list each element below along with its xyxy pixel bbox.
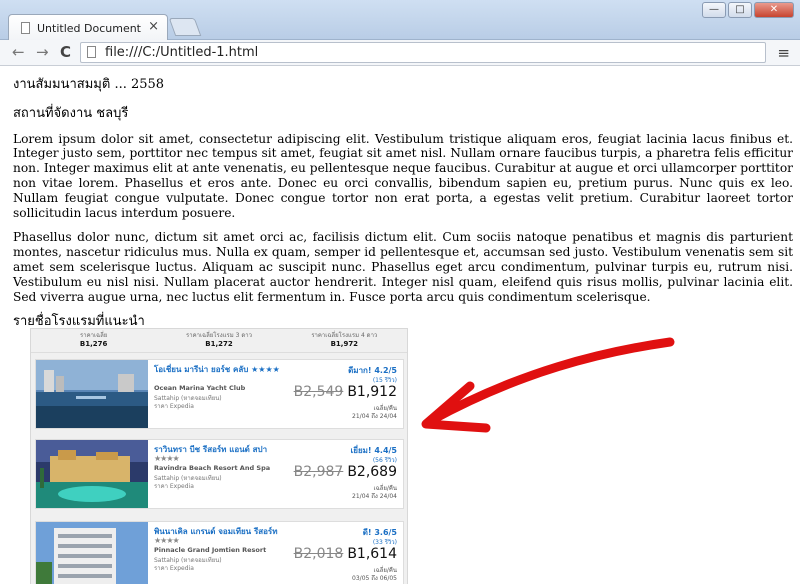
hotel-card[interactable]: โอเชี่ยน มารีน่า ยอร์ช คลับ ★★★★ Ocean M… <box>35 359 404 429</box>
price-source: ราคา Expedia <box>154 403 194 410</box>
reload-icon[interactable]: C <box>60 43 71 61</box>
old-price: B2,987 <box>293 464 344 480</box>
hotel-prices: B2,987 B2,689 <box>294 464 397 480</box>
hotel-widget: ราคาเฉลี่ย B1,276 ราคาเฉลี่ยโรงแรม 3 ดาว… <box>30 328 408 584</box>
old-price: B2,018 <box>293 546 344 562</box>
browser-toolbar: ← → C file:///C:/Untitled-1.html ≡ <box>0 40 800 66</box>
old-price: B2,549 <box>293 384 344 400</box>
tab-close-icon[interactable]: × <box>148 19 159 34</box>
new-tab-button[interactable] <box>168 18 202 36</box>
forward-arrow-icon[interactable]: → <box>36 43 49 61</box>
hotel-photo[interactable] <box>36 360 148 428</box>
hotel-prices: B2,549 B1,912 <box>294 384 397 400</box>
hotel-card[interactable]: พินนาเคิล แกรนด์ จอมเทียน รีสอร์ท ★★★★ P… <box>35 521 404 584</box>
stay-dates: 21/04 ถึง 24/04 <box>352 493 397 500</box>
star-rating-icon: ★★★★ <box>154 454 180 463</box>
hotel-card[interactable]: ราวินทรา บีช รีสอร์ท แอนด์ สปา ★★★★ Ravi… <box>35 439 404 509</box>
price-source: ราคา Expedia <box>154 483 194 490</box>
summary-value: B1,272 <box>205 340 233 348</box>
hotel-photo[interactable] <box>36 522 148 584</box>
summary-average: ราคาเฉลี่ย B1,276 <box>31 329 156 352</box>
hotel-english-name: Ravindra Beach Resort And Spa <box>154 464 271 472</box>
summary-label: ราคาเฉลี่ยโรงแรม 3 ดาว <box>185 332 252 339</box>
event-title: งานสัมมนาสมมุติ ... 2558 <box>13 77 165 92</box>
tab-untitled-document[interactable]: Untitled Document × <box>8 14 168 41</box>
window-controls: — □ ✕ <box>702 2 794 18</box>
stay-dates: 03/05 ถึง 06/05 <box>352 575 397 582</box>
page-icon <box>87 46 96 58</box>
hotel-photo[interactable] <box>36 440 148 508</box>
address-bar[interactable]: file:///C:/Untitled-1.html <box>80 42 766 63</box>
summary-value: B1,276 <box>79 340 108 348</box>
summary-4-star: ราคาเฉลี่ยโรงแรม 4 ดาว B1,972 <box>282 329 407 352</box>
hotel-prices: B2,018 B1,614 <box>294 546 397 562</box>
hotel-name[interactable]: โอเชี่ยน มารีน่า ยอร์ช คลับ ★★★★ <box>154 363 280 376</box>
menu-icon[interactable]: ≡ <box>777 44 790 62</box>
new-price: B1,912 <box>347 384 397 400</box>
event-location: สถานที่จัดงาน ชลบุรี <box>13 105 129 121</box>
new-price: B1,614 <box>347 546 397 562</box>
new-price: B2,689 <box>347 464 397 480</box>
stay-dates: 21/04 ถึง 24/04 <box>352 413 397 420</box>
url-text: file:///C:/Untitled-1.html <box>105 45 259 60</box>
hotel-english-name: Pinnacle Grand Jomtien Resort <box>154 546 267 554</box>
paragraph-2: Phasellus dolor nunc, dictum sit amet or… <box>13 230 793 304</box>
price-source: ราคา Expedia <box>154 565 194 572</box>
paragraph-1: Lorem ipsum dolor sit amet, consectetur … <box>13 131 793 220</box>
hotel-english-name: Ocean Marina Yacht Club <box>154 384 246 392</box>
document-icon <box>21 22 30 34</box>
maximize-button[interactable]: □ <box>728 2 752 18</box>
title-bar: Untitled Document × — □ ✕ <box>0 0 800 41</box>
summary-label: ราคาเฉลี่ย <box>80 332 108 339</box>
close-window-button[interactable]: ✕ <box>754 2 794 18</box>
summary-value: B1,972 <box>330 340 359 348</box>
page-content: งานสัมมนาสมมุติ ... 2558 สถานที่จัดงาน ช… <box>13 77 793 330</box>
star-rating-icon: ★★★★ <box>154 536 180 545</box>
tab-title: Untitled Document <box>37 22 141 35</box>
minimize-button[interactable]: — <box>702 2 726 18</box>
summary-label: ราคาเฉลี่ยโรงแรม 4 ดาว <box>311 332 378 339</box>
back-arrow-icon[interactable]: ← <box>12 43 25 61</box>
summary-3-star: ราคาเฉลี่ยโรงแรม 3 ดาว B1,272 <box>156 329 281 352</box>
widget-price-summary: ราคาเฉลี่ย B1,276 ราคาเฉลี่ยโรงแรม 3 ดาว… <box>31 329 407 353</box>
